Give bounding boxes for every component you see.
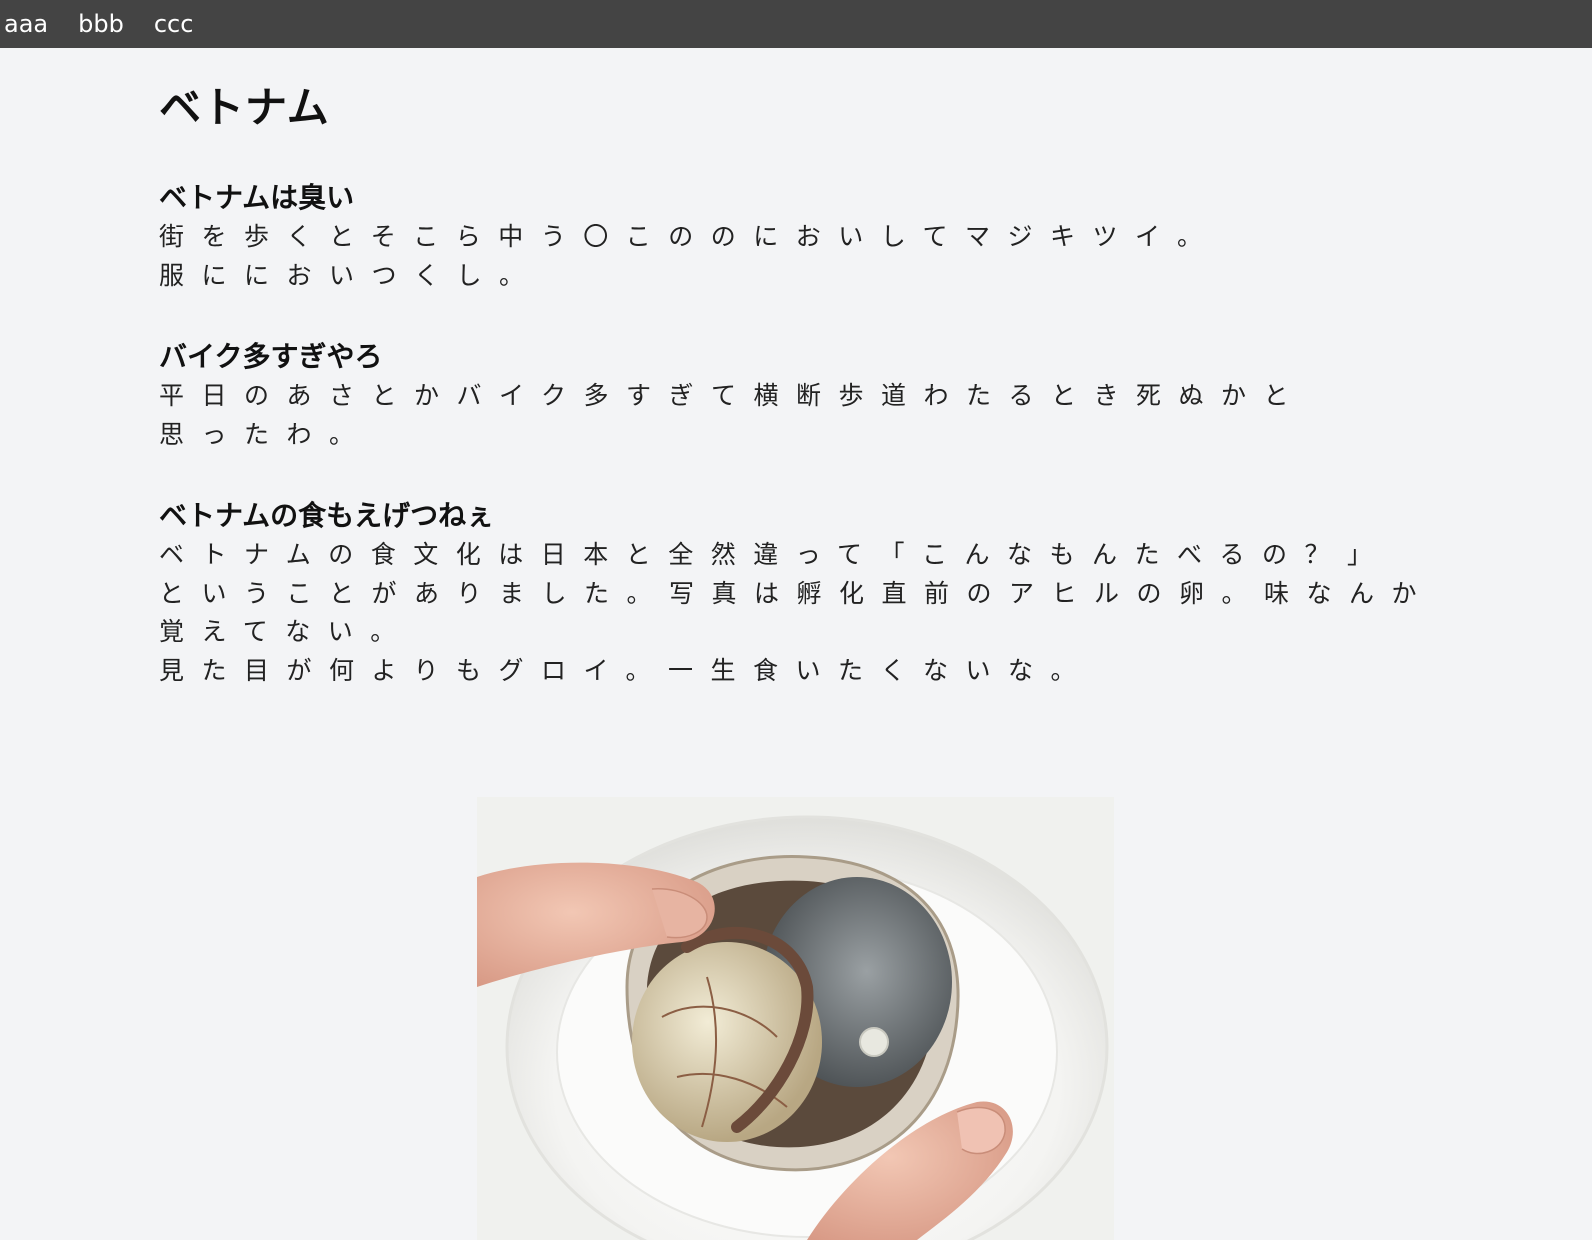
body-line: ということがありました。写真は孵化直前のアヒルの卵。味なんか — [159, 578, 1435, 608]
body-line: 服ににおいつくし。 — [159, 260, 542, 290]
section-heading-bikes: バイク多すぎやろ — [159, 340, 383, 373]
body-line: 覚えてない。 — [159, 617, 413, 646]
section-body-food: ベトナムの食文化は日本と全然違って「こんなもんたべるの？」 ということがありまし… — [159, 536, 1419, 690]
section-heading-food: ベトナムの食もえげつねぇ — [159, 499, 495, 532]
section-heading-smell: ベトナムは臭い — [159, 181, 355, 214]
nav-link-aaa[interactable]: aaa — [0, 0, 48, 48]
nav-link-ccc[interactable]: ccc — [154, 0, 194, 48]
section-body-smell: 街を歩くとそこら中う〇こののにおいしてマジキツイ。 服ににおいつくし。 — [159, 218, 1419, 295]
body-line: 思ったわ。 — [159, 419, 372, 449]
nav-link-bbb[interactable]: bbb — [78, 0, 124, 48]
page-title: ベトナム — [159, 83, 330, 132]
balut-egg-photo — [477, 797, 1114, 1240]
section-body-bikes: 平日のあさとかバイク多すぎて横断歩道わたるとき死ぬかと 思ったわ。 — [159, 377, 1419, 454]
top-nav: aaa bbb ccc — [0, 0, 1592, 48]
main-content: ベトナム ベトナムは臭い 街を歩くとそこら中う〇こののにおいしてマジキツイ。 服… — [159, 48, 1419, 690]
body-line: 平日のあさとかバイク多すぎて横断歩道わたるとき死ぬかと — [159, 381, 1307, 410]
body-line: ベトナムの食文化は日本と全然違って「こんなもんたべるの？」 — [159, 540, 1390, 569]
body-line: 見た目が何よりもグロイ。一生食いたくないな。 — [159, 655, 1094, 685]
body-line: 街を歩くとそこら中う〇こののにおいしてマジキツイ。 — [159, 222, 1220, 251]
